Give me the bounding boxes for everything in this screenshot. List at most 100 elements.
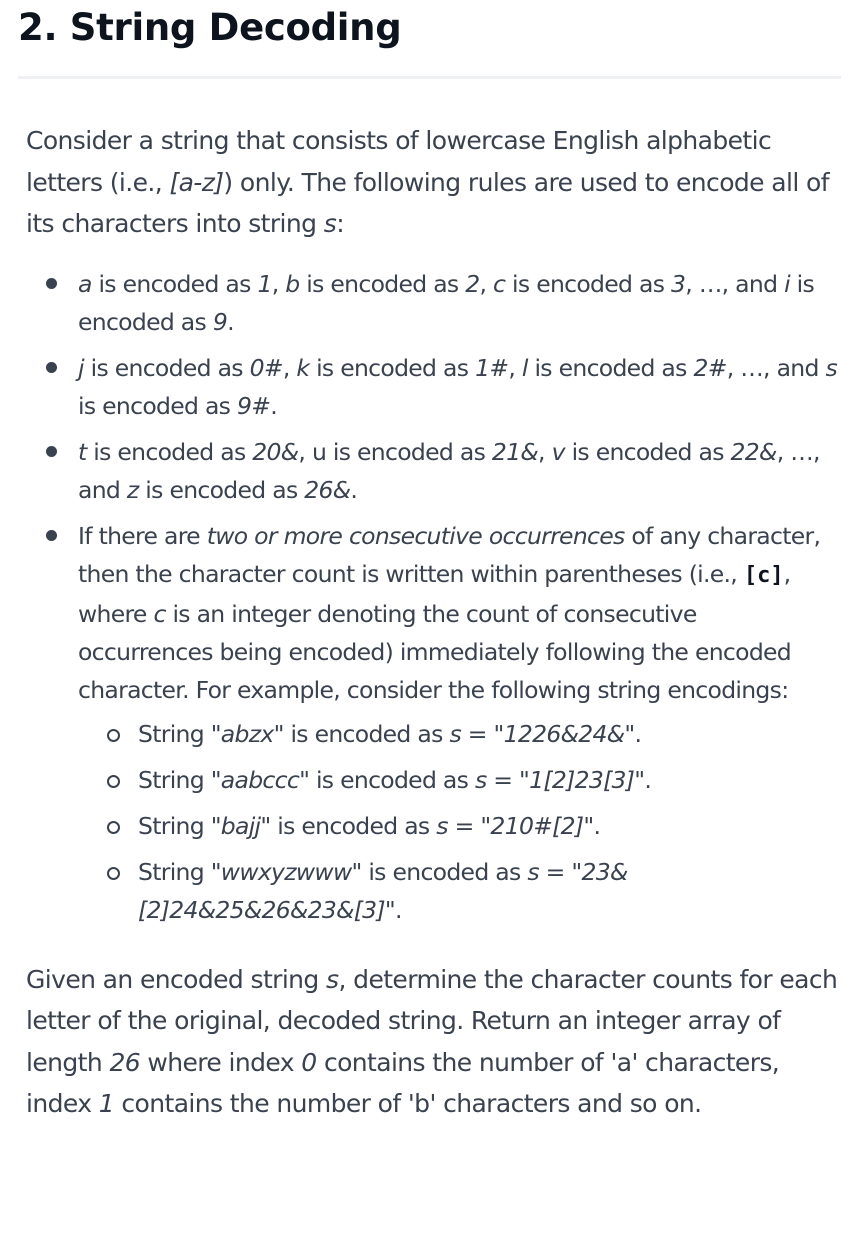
bullet-icon	[46, 445, 57, 457]
example-text: =	[460, 719, 494, 748]
rule-item: If there are two or more consecutive occ…	[26, 517, 838, 929]
example-item: String "bajj" is encoded as s = "210#[2]…	[78, 807, 838, 845]
rule-text: is encoded as	[564, 437, 731, 466]
code-value: 26&	[304, 475, 351, 504]
example-text: is encoded as	[361, 857, 528, 886]
encoding-rules-list: a is encoded as 1, b is encoded as 2, c …	[26, 265, 838, 929]
example-text: String	[138, 765, 211, 794]
example-text: is encoded as	[283, 719, 450, 748]
code-value: 3	[671, 269, 686, 298]
example-text: .	[395, 895, 402, 924]
code-value: 9	[212, 307, 228, 336]
example-item: String "aabccc" is encoded as s = "1[2]2…	[78, 761, 838, 799]
rule-text: , u is encoded as	[298, 437, 492, 466]
bullet-icon	[46, 529, 57, 541]
rule-text: is encoded as	[86, 437, 253, 466]
rule-text: ,	[538, 437, 552, 466]
code-value: 20&	[252, 437, 299, 466]
intro-text: :	[336, 209, 345, 238]
circle-bullet-icon	[107, 774, 120, 788]
rule-text: .	[227, 307, 234, 336]
code-value: 1#	[475, 353, 509, 382]
task-paragraph: Given an encoded string s, determine the…	[26, 959, 838, 1125]
intro-paragraph: Consider a string that consists of lower…	[26, 120, 838, 245]
count-var: c	[153, 599, 166, 628]
rule-text: is encoded as	[505, 269, 672, 298]
example-text: String	[138, 811, 211, 840]
example-text: String	[138, 857, 211, 886]
example-string: "bajj"	[210, 811, 271, 840]
code-value: 22&	[730, 437, 778, 466]
rule-text: ,	[508, 353, 522, 382]
circle-bullet-icon	[107, 820, 120, 834]
rule-text: , …, and	[685, 269, 785, 298]
example-text: .	[634, 719, 642, 748]
rule-item: j is encoded as 0#, k is encoded as 1#, …	[26, 349, 838, 425]
example-text: =	[538, 857, 572, 886]
bullet-icon	[46, 361, 57, 373]
code-value: 1	[257, 269, 272, 298]
letter: t	[78, 437, 87, 466]
task-text: Given an encoded string	[26, 964, 327, 994]
rule-text: .	[270, 391, 277, 420]
example-string: "wwxyzwww"	[210, 857, 363, 886]
title-divider	[18, 76, 841, 79]
string-var: s	[326, 964, 339, 994]
bullet-icon	[46, 277, 57, 289]
rule-text: .	[350, 475, 358, 504]
rule-text: is encoded as	[91, 269, 258, 298]
rule-text: is an integer denoting the count of cons…	[78, 599, 792, 704]
letter: s	[825, 353, 838, 382]
rule-text: is encoded as	[83, 353, 250, 382]
example-item: String "wwxyzwww" is encoded as s = "23&…	[78, 853, 838, 929]
alphabet-range: [a-z]	[169, 167, 224, 197]
inline-code: [c]	[743, 562, 784, 588]
string-var: s	[449, 719, 461, 748]
rule-text: is encoded as	[138, 475, 305, 504]
letter: b	[285, 269, 300, 298]
rule-item: a is encoded as 1, b is encoded as 2, c …	[26, 265, 838, 341]
page-title: 2. String Decoding	[18, 6, 402, 49]
number-value: 0	[301, 1047, 317, 1077]
code-value: 0#	[249, 353, 284, 382]
string-var: s	[474, 765, 487, 794]
letter: a	[78, 269, 92, 298]
example-item: String "abzx" is encoded as s = "1226&24…	[78, 715, 838, 753]
emphasis-text: two or more consecutive occurrences	[206, 521, 626, 550]
example-text: is encoded as	[309, 765, 475, 794]
string-var: s	[436, 811, 448, 840]
rule-text: is encoded as	[78, 391, 237, 420]
task-text: contains the number of 'b' characters an…	[114, 1089, 702, 1118]
encoded-string: "1[2]23[3]"	[519, 765, 645, 794]
rule-text: , …, and	[726, 353, 826, 382]
example-text: =	[447, 811, 481, 840]
encoded-string: "210#[2]"	[480, 811, 594, 840]
letter: k	[296, 353, 310, 382]
code-value: 2#	[693, 353, 727, 382]
example-text: .	[593, 811, 601, 840]
problem-statement: Consider a string that consists of lower…	[26, 120, 838, 1125]
code-value: 9#	[236, 391, 271, 420]
code-value: 21&	[491, 437, 539, 466]
rule-text: ,	[271, 269, 286, 298]
example-text: .	[644, 765, 652, 794]
letter: z	[126, 475, 139, 504]
examples-list: String "abzx" is encoded as s = "1226&24…	[78, 715, 838, 929]
rule-text: is encoded as	[309, 353, 476, 382]
string-var: s	[323, 209, 337, 238]
example-text: is encoded as	[270, 811, 437, 840]
letter: c	[493, 269, 506, 298]
circle-bullet-icon	[107, 728, 120, 742]
rule-text: ,	[282, 353, 297, 382]
code-value: 2	[465, 269, 480, 298]
string-var: s	[527, 857, 539, 886]
number-value: 1	[98, 1089, 115, 1118]
example-text: String	[138, 719, 211, 748]
rule-text: is encoded as	[527, 353, 694, 382]
rule-text: ,	[479, 269, 494, 298]
rule-item: t is encoded as 20&, u is encoded as 21&…	[26, 433, 838, 509]
example-string: "aabccc"	[210, 765, 310, 794]
example-text: =	[486, 765, 520, 794]
rule-text: is encoded as	[299, 269, 466, 298]
encoded-string: "1226&24&"	[493, 719, 636, 748]
